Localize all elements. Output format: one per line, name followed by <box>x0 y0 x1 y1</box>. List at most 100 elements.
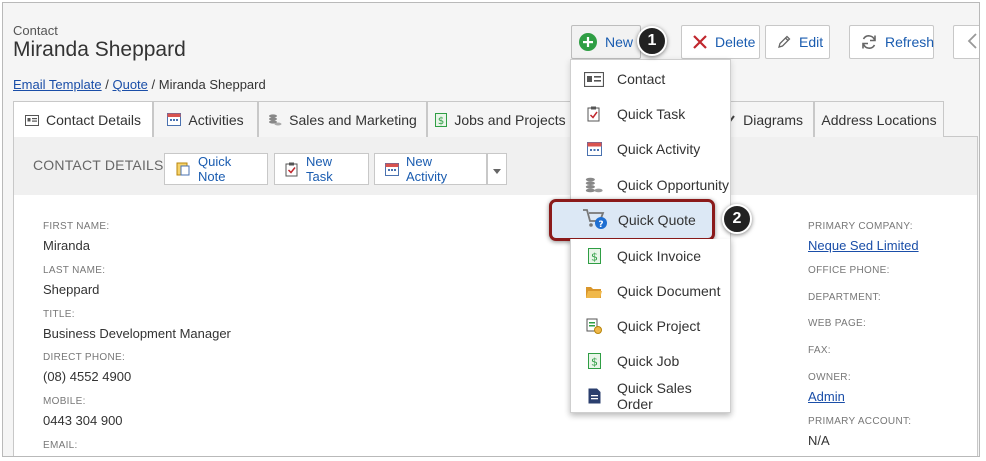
edit-button-label: Edit <box>799 34 824 50</box>
tab-contact-details[interactable]: Contact Details <box>13 101 153 138</box>
callout-badge-2: 2 <box>722 204 752 234</box>
document-icon <box>584 387 604 405</box>
svg-text:$: $ <box>591 251 598 264</box>
breadcrumb-separator: / <box>101 77 113 92</box>
tab-jobs-and-projects[interactable]: $ Jobs and Projects <box>427 101 574 137</box>
new-button-label: New <box>605 34 634 50</box>
menu-item-quick-job[interactable]: $ Quick Job <box>571 346 730 376</box>
primary-company-link[interactable]: Neque Sed Limited <box>808 238 919 253</box>
coins-icon <box>268 113 282 127</box>
menu-item-quick-quote[interactable]: ? Quick Quote <box>549 199 715 241</box>
section-title: CONTACT DETAILS <box>33 157 164 173</box>
menu-item-label: Quick Invoice <box>617 248 702 264</box>
refresh-button[interactable]: Refresh <box>849 25 934 59</box>
quick-note-label: Quick Note <box>198 154 232 184</box>
primary-account-label: PRIMARY ACCOUNT: <box>808 416 912 427</box>
caret-down-icon <box>493 162 501 177</box>
project-icon <box>584 317 604 335</box>
new-activity-label: New Activity <box>406 154 448 184</box>
tab-activities[interactable]: Activities <box>153 101 258 137</box>
mobile-value: 0443 304 900 <box>43 413 123 428</box>
calendar-icon <box>584 140 604 158</box>
calendar-icon <box>167 113 182 126</box>
last-name-value: Sheppard <box>43 282 100 297</box>
breadcrumb-quote[interactable]: Quote <box>112 77 147 92</box>
dollar-doc-icon: $ <box>435 112 448 127</box>
app-window: Contact Miranda Sheppard Email Template … <box>2 2 980 457</box>
menu-item-quick-invoice[interactable]: $ Quick Invoice <box>571 241 730 271</box>
task-icon <box>285 162 299 177</box>
details-panel: FIRST NAME: Miranda LAST NAME: Sheppard … <box>14 195 977 456</box>
direct-phone-value: (08) 4552 4900 <box>43 369 132 384</box>
tab-address-locations[interactable]: Address Locations <box>814 101 944 137</box>
menu-item-quick-activity[interactable]: Quick Activity <box>571 134 730 164</box>
tab-label: Jobs and Projects <box>454 111 566 128</box>
primary-company-label: PRIMARY COMPANY: <box>808 221 913 232</box>
cart-question-icon: ? <box>582 207 608 236</box>
contact-details-section: CONTACT DETAILS Quick Note New Task New … <box>13 137 978 456</box>
title-label: TITLE: <box>43 309 75 320</box>
menu-item-label: Quick Opportunity <box>617 177 730 193</box>
contact-card-icon <box>584 70 604 88</box>
menu-item-label: Quick Project <box>617 318 701 334</box>
menu-item-quick-opportunity[interactable]: Quick Opportunity <box>571 170 730 200</box>
edit-button[interactable]: Edit <box>765 25 830 59</box>
dollar-doc-icon: $ <box>584 352 604 370</box>
primary-account-value: N/A <box>808 433 830 448</box>
menu-item-quick-task[interactable]: Quick Task <box>571 99 730 129</box>
tab-label: Activities <box>188 111 244 128</box>
pencil-icon <box>776 34 792 50</box>
breadcrumb-email-template[interactable]: Email Template <box>13 77 102 92</box>
svg-text:$: $ <box>438 116 444 127</box>
breadcrumb: Email Template / Quote / Miranda Sheppar… <box>13 77 266 92</box>
dollar-doc-icon: $ <box>584 247 604 265</box>
section-header: CONTACT DETAILS Quick Note New Task New … <box>14 137 977 195</box>
new-dropdown-menu-lower: $ Quick Invoice Quick Document Quick Pro… <box>570 239 731 413</box>
tab-label: Address Locations <box>821 111 937 128</box>
last-name-label: LAST NAME: <box>43 265 106 276</box>
breadcrumb-current: Miranda Sheppard <box>158 77 266 92</box>
folder-icon <box>584 282 604 300</box>
note-icon <box>175 161 191 177</box>
callout-badge-1: 1 <box>637 26 667 56</box>
page-title: Miranda Sheppard <box>13 38 186 61</box>
coins-icon <box>584 176 604 194</box>
refresh-icon <box>860 33 878 51</box>
owner-label: OWNER: <box>808 372 851 383</box>
owner-link[interactable]: Admin <box>808 389 845 404</box>
chevron-left-icon <box>966 32 979 53</box>
breadcrumb-separator: / <box>147 77 159 92</box>
menu-item-quick-document[interactable]: Quick Document <box>571 276 730 306</box>
menu-item-label: Quick Job <box>617 353 680 369</box>
first-name-value: Miranda <box>43 238 90 253</box>
more-actions-dropdown[interactable] <box>487 153 507 185</box>
svg-text:?: ? <box>598 220 603 230</box>
entity-type-label: Contact <box>13 23 58 38</box>
tab-label: Diagrams <box>743 111 803 128</box>
menu-item-label: Quick Task <box>617 106 686 122</box>
menu-item-label: Quick Activity <box>617 141 701 157</box>
new-button[interactable]: New <box>571 25 641 59</box>
tab-bar: Contact Details Activities Sales and Mar… <box>13 101 978 138</box>
calendar-icon <box>385 162 399 176</box>
menu-item-label: Contact <box>617 71 666 87</box>
menu-item-quick-project[interactable]: Quick Project <box>571 311 730 341</box>
menu-item-contact[interactable]: Contact <box>571 64 730 94</box>
fax-label: FAX: <box>808 345 831 356</box>
quick-note-button[interactable]: Quick Note <box>164 153 268 185</box>
mobile-label: MOBILE: <box>43 396 86 407</box>
delete-button[interactable]: Delete <box>681 25 760 59</box>
new-activity-button[interactable]: New Activity <box>374 153 487 185</box>
department-label: DEPARTMENT: <box>808 292 881 303</box>
x-icon <box>692 34 708 50</box>
plus-circle-icon <box>578 32 598 52</box>
menu-item-label: Quick Document <box>617 283 721 299</box>
svg-text:$: $ <box>591 356 598 369</box>
new-task-button[interactable]: New Task <box>274 153 369 185</box>
tab-sales-and-marketing[interactable]: Sales and Marketing <box>258 101 427 137</box>
menu-item-label: Quick Sales Order <box>617 380 692 412</box>
previous-button[interactable] <box>953 25 979 59</box>
refresh-button-label: Refresh <box>885 34 935 50</box>
id-card-icon <box>25 114 40 126</box>
menu-item-quick-sales-order[interactable]: Quick Sales Order <box>571 380 730 412</box>
